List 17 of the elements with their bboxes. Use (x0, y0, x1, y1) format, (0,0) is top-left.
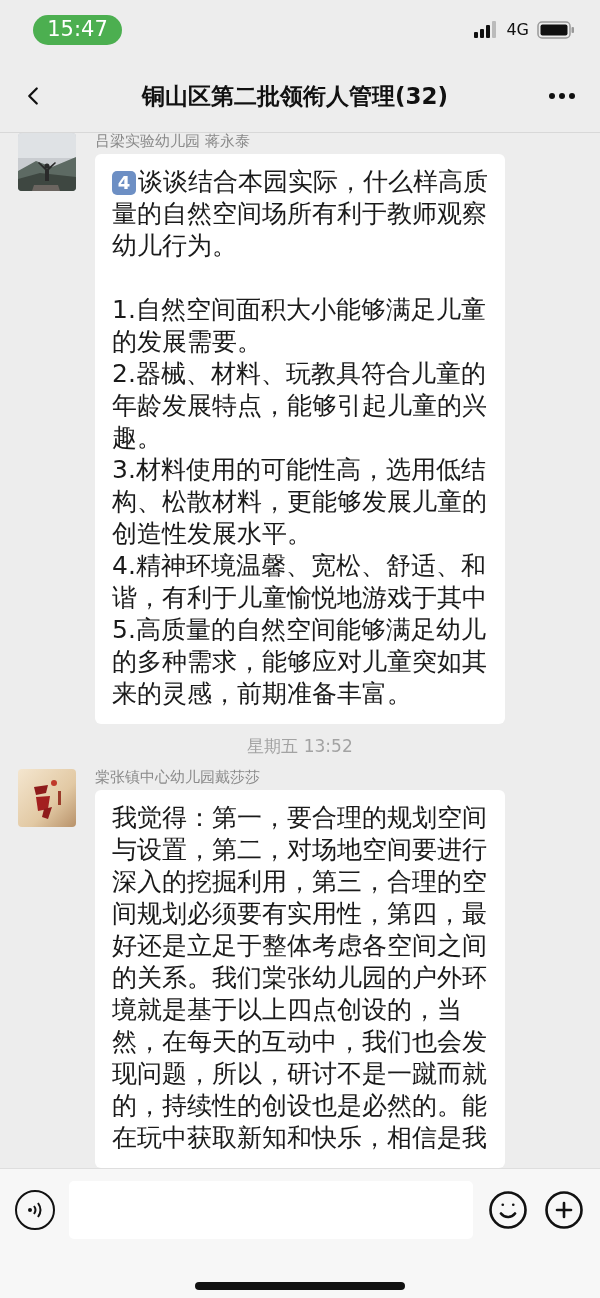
sound-wave-icon (26, 1201, 44, 1219)
time-divider: 星期五 13:52 (247, 734, 353, 758)
add-button[interactable] (543, 1189, 585, 1231)
message-text: 我觉得：第一，要合理的规划空间与设置，第二，对场地空间要进行深入的挖掘利用，第三，合理的空间规划必须要有实用性，第四，最好还是立足于整体考虑各空间之间的关系。我们棠张幼儿园的户外环境就是基于以上四点创设的，当然，在每天的互动中，我们也会发现问题，所以，研讨不是一蹴而就的，持续性的创设也是必然的。能在玩中获取新知和快乐，相信是我 (112, 802, 488, 1154)
emoji-button[interactable] (487, 1189, 529, 1231)
smiley-icon (487, 1189, 529, 1231)
voice-button[interactable] (15, 1190, 55, 1230)
signal-icon (474, 21, 499, 39)
plus-icon (543, 1189, 585, 1231)
sender-name: 吕梁实验幼儿园 蒋永泰 (95, 133, 251, 151)
more-icon (549, 93, 575, 99)
battery-icon (537, 21, 575, 39)
message-text: 4 谈谈结合本园实际，什么样高质量的自然空间场所有利于教师观察幼儿行为。 1.自然空间面积大小能够满足儿童的发展需要。 2.器械、材料、玩教具符合儿童的年龄发展特点，能够引起儿童的兴趣。 3.材料使用的可能性高，选用低结构、松散材料，更能够发展儿童的创造性发展水平。 4.精神环境温馨、宽松、舒适、和谐，有利于儿童愉悦地游戏于其中 5.高质量的自然空间能够满足幼儿的多种需求，能够应对儿童突如其来的灵感，前期准备丰富。 (112, 166, 488, 710)
network-label: 4G (506, 19, 529, 41)
status-time: 15:47 (33, 15, 122, 45)
chat-title: 铜山区第二批领衔人管理(32) (142, 81, 448, 111)
sender-name: 棠张镇中心幼儿园戴莎莎 (95, 767, 261, 787)
